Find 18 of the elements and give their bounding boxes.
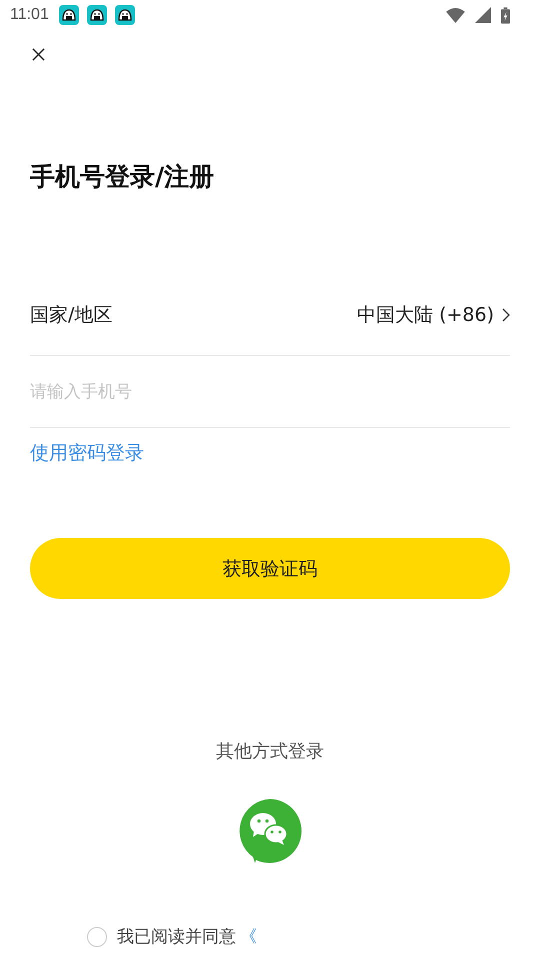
wifi-icon [446,8,465,22]
close-button[interactable] [30,46,46,62]
agreement-text: 我已阅读并同意 [117,926,236,948]
battery-icon [501,6,510,24]
notification-icon [114,5,135,25]
chevron-right-icon [502,308,510,322]
region-selector[interactable]: 中国大陆 (+86) [357,302,510,328]
signal-icon [475,7,491,23]
agreement-link[interactable]: 《 [240,925,257,948]
region-label: 国家/地区 [30,302,112,328]
get-code-button[interactable]: 获取验证码 [30,538,510,599]
other-login-label: 其他方式登录 [216,740,324,763]
chat-bubbles-icon[interactable] [238,799,302,863]
status-time: 11:01 [10,6,49,24]
notification-icon [86,5,107,25]
notification-icon [58,5,79,25]
agreement-checkbox[interactable] [87,926,107,946]
page-title: 手机号登录/注册 [30,162,216,192]
